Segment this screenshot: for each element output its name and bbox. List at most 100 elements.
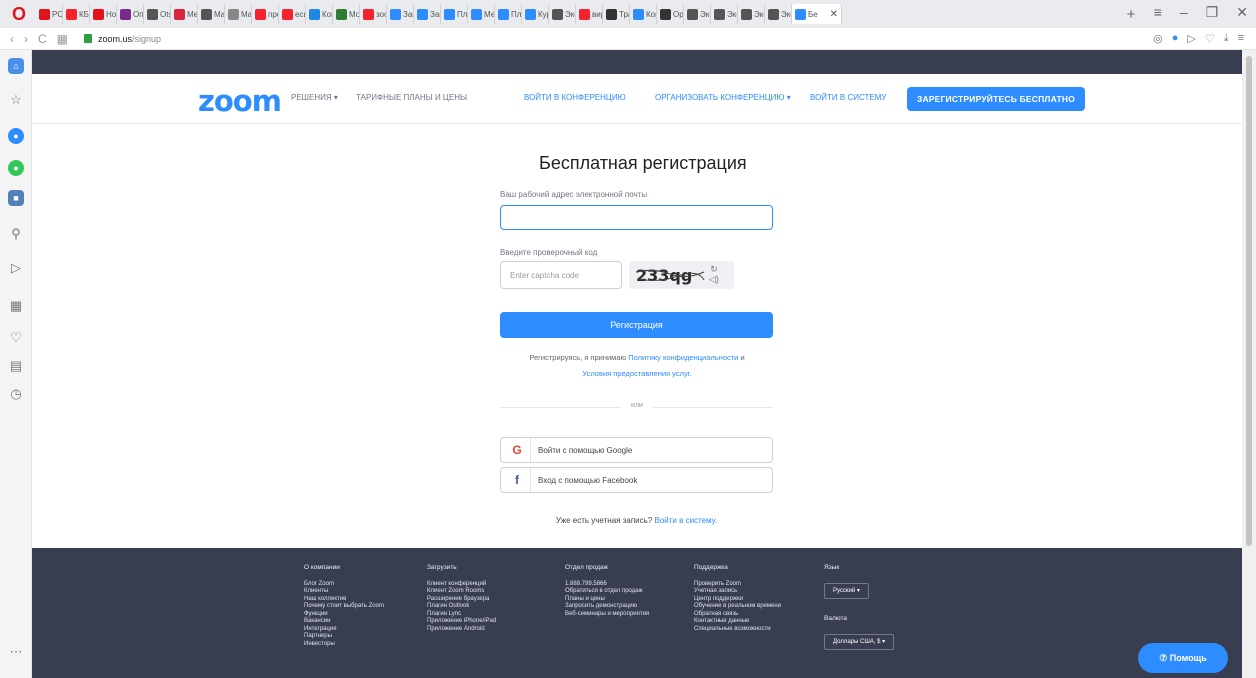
footer-link[interactable]: Плагин Lync xyxy=(427,611,496,619)
footer-link[interactable]: Контактные данные xyxy=(694,618,781,626)
tab[interactable]: еси xyxy=(279,4,306,24)
google-signin-button[interactable]: G Войти с помощью Google xyxy=(500,437,773,463)
footer-link[interactable]: Планы и цены xyxy=(565,596,649,604)
tab[interactable]: Экс xyxy=(711,4,738,24)
more-icon[interactable]: ⋯ xyxy=(8,644,24,660)
scrollbar[interactable] xyxy=(1242,50,1256,678)
nav-pricing[interactable]: ТАРИФНЫЕ ПЛАНЫ И ЦЕНЫ xyxy=(356,93,467,102)
tab-menu-icon[interactable]: ≡ xyxy=(1154,4,1162,21)
privacy-link[interactable]: Политику конфиденциальности xyxy=(628,353,738,362)
language-select[interactable]: Русский ▾ xyxy=(824,583,869,599)
refresh-icon[interactable]: ↻ xyxy=(709,264,719,274)
apps-icon[interactable]: ▦ xyxy=(8,298,24,314)
tab[interactable]: про xyxy=(252,4,279,24)
whatsapp-icon[interactable]: ● xyxy=(8,160,24,176)
footer-link[interactable]: Расширение браузера xyxy=(427,596,496,604)
footer-link[interactable]: Клиент Zoom Rooms xyxy=(427,588,496,596)
download-icon[interactable]: ⤓ xyxy=(1224,32,1229,45)
speed-dial-icon[interactable]: ▦ xyxy=(57,32,68,46)
tab[interactable]: КБП xyxy=(63,4,90,24)
nav-join-meeting[interactable]: ВОЙТИ В КОНФЕРЕНЦИЮ xyxy=(524,93,626,102)
maximize-button[interactable]: ❐ xyxy=(1206,4,1219,21)
tab[interactable]: зоо xyxy=(360,4,387,24)
footer-link[interactable]: Приложение Android xyxy=(427,626,496,634)
tab[interactable]: Тра xyxy=(603,4,630,24)
tab[interactable]: Ots xyxy=(144,4,171,24)
search-icon[interactable]: ⚲ xyxy=(8,226,24,242)
back-icon[interactable]: ‹ xyxy=(10,32,14,46)
nav-solutions[interactable]: РЕШЕНИЯ ▾ xyxy=(291,93,338,102)
footer-link[interactable]: Клиенты xyxy=(304,588,384,596)
favorites-icon[interactable]: ♡ xyxy=(8,330,24,346)
tab[interactable]: Экс xyxy=(765,4,792,24)
tab[interactable]: Mar xyxy=(198,4,225,24)
terms-link[interactable]: Условия предоставления услуг xyxy=(582,369,689,378)
tab[interactable]: Пло xyxy=(495,4,522,24)
signin-link[interactable]: Войти в систему. xyxy=(654,516,717,525)
footer-link[interactable]: Блог Zoom xyxy=(304,581,384,589)
footer-link[interactable]: Партнеры xyxy=(304,633,384,641)
footer-link[interactable]: Центр поддержки xyxy=(694,596,781,604)
home-icon[interactable]: ⌂ xyxy=(8,58,24,74)
new-tab-button[interactable]: + xyxy=(1122,6,1140,23)
tab[interactable]: Opc xyxy=(657,4,684,24)
tab[interactable]: Mar xyxy=(225,4,252,24)
nav-host-meeting[interactable]: ОРГАНИЗОВАТЬ КОНФЕРЕНЦИЮ ▾ xyxy=(655,93,791,102)
send-icon[interactable]: ▷ xyxy=(1187,32,1195,45)
flow-icon[interactable]: ▷ xyxy=(8,260,24,276)
footer-link[interactable]: Плагин Outlook xyxy=(427,603,496,611)
history-icon[interactable]: ◷ xyxy=(8,386,24,402)
currency-select[interactable]: Доллары США, $ ▾ xyxy=(824,634,895,650)
footer-link[interactable]: Почему стоит выбрать Zoom xyxy=(304,603,384,611)
tab[interactable]: Кур xyxy=(522,4,549,24)
facebook-signin-button[interactable]: f Вход с помощью Facebook xyxy=(500,467,773,493)
tab[interactable]: Зап xyxy=(414,4,441,24)
footer-link[interactable]: Учетная запись xyxy=(694,588,781,596)
forward-icon[interactable]: › xyxy=(24,32,28,46)
audio-icon[interactable]: ◁) xyxy=(709,274,719,284)
tab[interactable]: Пла xyxy=(441,4,468,24)
vpn-icon[interactable]: ● xyxy=(1172,32,1179,45)
footer-link[interactable]: Функции xyxy=(304,611,384,619)
tab[interactable]: PC! xyxy=(36,4,63,24)
tab[interactable]: Экс xyxy=(684,4,711,24)
tab[interactable]: вир xyxy=(576,4,603,24)
footer-link[interactable]: Веб-семинары и мероприятия xyxy=(565,611,649,619)
tab[interactable]: Экс xyxy=(738,4,765,24)
tab[interactable]: Запу xyxy=(387,4,414,24)
captcha-input[interactable]: Enter captcha code xyxy=(500,261,622,289)
messenger-icon[interactable]: ● xyxy=(8,128,24,144)
news-icon[interactable]: ▤ xyxy=(8,358,24,374)
footer-link[interactable]: Приложение iPhone/iPad xyxy=(427,618,496,626)
footer-link[interactable]: Обучение в реальном времени xyxy=(694,603,781,611)
footer-link[interactable]: Наш коллектив xyxy=(304,596,384,604)
nav-sign-in[interactable]: ВОЙТИ В СИСТЕМУ xyxy=(810,93,886,102)
help-button[interactable]: ⑦ Помощь xyxy=(1138,643,1228,673)
heart-icon[interactable]: ♡ xyxy=(1205,32,1215,45)
star-icon[interactable]: ☆ xyxy=(8,92,24,108)
footer-link[interactable]: Специальные возможности xyxy=(694,626,781,634)
tab[interactable]: Ме xyxy=(468,4,495,24)
url-field[interactable]: zoom.us/signup xyxy=(98,34,161,44)
footer-link[interactable]: Обратиться в отдел продаж xyxy=(565,588,649,596)
opera-menu-icon[interactable]: O xyxy=(8,3,30,25)
close-window-button[interactable]: ✕ xyxy=(1236,4,1248,21)
tab-active[interactable]: Бе ✕ xyxy=(792,4,842,24)
tab[interactable]: Mer xyxy=(171,4,198,24)
signup-free-button[interactable]: ЗАРЕГИСТРИРУЙТЕСЬ БЕСПЛАТНО xyxy=(907,87,1085,111)
tab[interactable]: Кон xyxy=(306,4,333,24)
vk-icon[interactable]: ■ xyxy=(8,190,24,206)
tab[interactable]: Экс xyxy=(549,4,576,24)
footer-link[interactable]: Интеграция xyxy=(304,626,384,634)
footer-link[interactable]: Запросить демонстрацию xyxy=(565,603,649,611)
footer-link[interactable]: 1.888.799.5866 xyxy=(565,581,649,589)
reload-icon[interactable]: C xyxy=(38,32,47,46)
footer-link[interactable]: Вакансии xyxy=(304,618,384,626)
register-button[interactable]: Регистрация xyxy=(500,312,773,338)
footer-link[interactable]: Обратная связь xyxy=(694,611,781,619)
scrollbar-thumb[interactable] xyxy=(1246,56,1252,546)
email-field[interactable] xyxy=(500,205,773,230)
tab[interactable]: Нов xyxy=(90,4,117,24)
camera-icon[interactable]: ◎ xyxy=(1153,32,1163,45)
footer-link[interactable]: Клиент конференций xyxy=(427,581,496,589)
